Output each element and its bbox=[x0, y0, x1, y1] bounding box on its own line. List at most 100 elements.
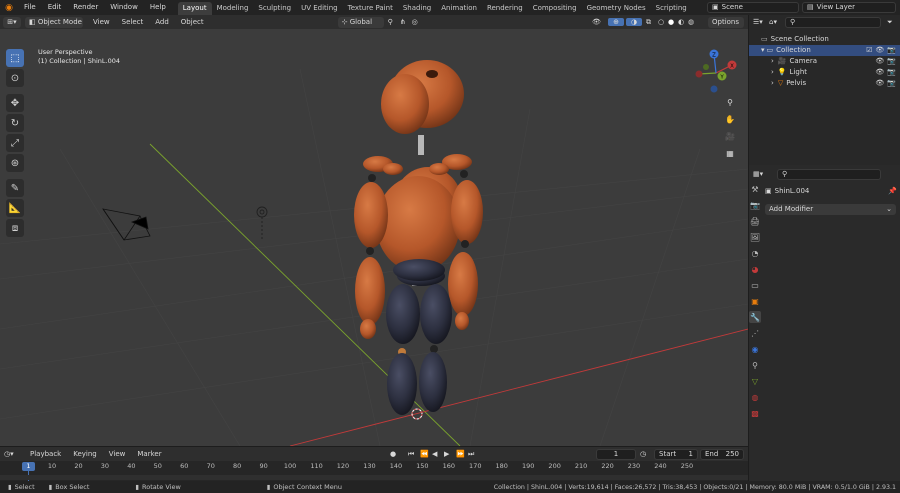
navigation-gizmo[interactable]: X Z Y bbox=[695, 49, 737, 93]
camera-render-icon[interactable]: 📷 bbox=[887, 56, 896, 67]
menu-file[interactable]: File bbox=[18, 0, 42, 15]
zoom-icon[interactable]: ⚲ bbox=[723, 95, 737, 109]
timeline-editor-icon[interactable]: ◷▾ bbox=[0, 450, 24, 458]
expand-arrow-icon[interactable]: › bbox=[771, 67, 774, 78]
pan-hand-icon[interactable]: ✋ bbox=[723, 112, 737, 126]
camera-view-icon[interactable]: 🎥 bbox=[723, 129, 737, 143]
options-button[interactable]: Options bbox=[708, 16, 744, 28]
object-tab-icon[interactable]: ▣ bbox=[749, 295, 761, 307]
timeline-menu-marker[interactable]: Marker bbox=[131, 447, 167, 462]
measure-tool-icon[interactable]: 📐 bbox=[6, 199, 24, 217]
checkbox-icon[interactable]: ☑ bbox=[866, 45, 872, 56]
play-reverse-icon[interactable]: ◀ bbox=[432, 450, 444, 458]
output-tab-icon[interactable]: 🖨 bbox=[749, 215, 761, 227]
tab-scripting[interactable]: Scripting bbox=[651, 2, 692, 15]
viewport-menu-view[interactable]: View bbox=[87, 15, 116, 30]
camera-object[interactable] bbox=[102, 208, 151, 241]
scale-tool-icon[interactable]: ⤢ bbox=[6, 134, 24, 152]
3d-viewport[interactable]: X Z Y User Perspective (1) Collection | … bbox=[0, 29, 748, 446]
transform-tool-icon[interactable]: ⊛ bbox=[6, 154, 24, 172]
current-frame-field[interactable]: 1 bbox=[596, 448, 636, 460]
prev-keyframe-icon[interactable]: ⏪ bbox=[420, 450, 432, 458]
editor-type-button[interactable]: ⊞▾ bbox=[3, 16, 21, 28]
select-tool-icon[interactable]: ⬚ bbox=[6, 49, 24, 67]
rotate-tool-icon[interactable]: ↻ bbox=[6, 114, 24, 132]
expand-arrow-icon[interactable]: › bbox=[771, 78, 774, 89]
world-tab-icon[interactable]: ◕ bbox=[749, 263, 761, 275]
eye-icon[interactable]: 👁 bbox=[875, 67, 884, 78]
jump-start-icon[interactable]: ⏮ bbox=[408, 450, 420, 459]
outliner-item-camera[interactable]: › 🎥 Camera 👁 📷 bbox=[761, 56, 900, 67]
next-keyframe-icon[interactable]: ⏩ bbox=[456, 450, 468, 458]
scene-collection-row[interactable]: ▭ Scene Collection bbox=[761, 34, 900, 45]
outliner-item-pelvis[interactable]: › ▽ Pelvis 👁 📷 bbox=[761, 78, 900, 89]
material-shading-icon[interactable]: ◐ bbox=[678, 18, 688, 26]
tab-modeling[interactable]: Modeling bbox=[212, 2, 254, 15]
move-tool-icon[interactable]: ✥ bbox=[6, 94, 24, 112]
pivot-icon[interactable]: ⚲ bbox=[388, 18, 400, 26]
viewport-menu-add[interactable]: Add bbox=[149, 15, 175, 30]
texture-tab-icon[interactable]: ▩ bbox=[749, 407, 761, 419]
snap-icon[interactable]: ⋔ bbox=[400, 18, 412, 26]
menu-window[interactable]: Window bbox=[104, 0, 144, 15]
light-object[interactable] bbox=[256, 206, 268, 241]
collection-row[interactable]: ▾ ▭ Collection ☑ 👁 📷 bbox=[749, 45, 900, 56]
outliner-item-light[interactable]: › 💡 Light 👁 📷 bbox=[761, 67, 900, 78]
tab-rendering[interactable]: Rendering bbox=[482, 2, 528, 15]
scene-tab-icon[interactable]: ◔ bbox=[749, 247, 761, 259]
eye-icon[interactable]: 👁 bbox=[875, 56, 884, 67]
stopwatch-icon[interactable]: ◷ bbox=[640, 450, 654, 458]
timeline-menu-view[interactable]: View bbox=[103, 447, 132, 462]
tool-tab-icon[interactable]: ⚒ bbox=[749, 183, 761, 195]
record-icon[interactable]: ● bbox=[390, 450, 402, 458]
view-layer-selector[interactable]: ▤ View Layer bbox=[802, 2, 896, 13]
rendered-shading-icon[interactable]: ◍ bbox=[688, 18, 700, 26]
filter-icon[interactable]: ⌂▾ bbox=[769, 18, 785, 26]
viewport-menu-select[interactable]: Select bbox=[116, 15, 150, 30]
modifier-tab-icon[interactable]: 🔧 bbox=[749, 311, 761, 323]
eye-icon[interactable]: 👁 bbox=[875, 78, 884, 89]
tab-uv-editing[interactable]: UV Editing bbox=[296, 2, 343, 15]
menu-edit[interactable]: Edit bbox=[42, 0, 68, 15]
camera-render-icon[interactable]: 📷 bbox=[887, 45, 896, 56]
overlay-toggle-icon[interactable]: ◑ bbox=[626, 18, 642, 26]
wireframe-shading-icon[interactable]: ○ bbox=[658, 18, 668, 26]
play-icon[interactable]: ▶ bbox=[444, 450, 456, 458]
start-frame-field[interactable]: Start 1 bbox=[654, 448, 698, 460]
camera-render-icon[interactable]: 📷 bbox=[887, 67, 896, 78]
scene-selector[interactable]: ▣ Scene bbox=[707, 2, 799, 13]
add-cube-tool-icon[interactable]: ⧈ bbox=[6, 219, 24, 237]
physics-tab-icon[interactable]: ◉ bbox=[749, 343, 761, 355]
material-tab-icon[interactable]: ◍ bbox=[749, 391, 761, 403]
blender-logo-icon[interactable]: ◉ bbox=[0, 3, 18, 13]
tab-shading[interactable]: Shading bbox=[398, 2, 436, 15]
xray-icon[interactable]: ⧉ bbox=[646, 18, 658, 27]
camera-render-icon[interactable]: 📷 bbox=[887, 78, 896, 89]
viewport-menu-object[interactable]: Object bbox=[175, 15, 210, 30]
menu-help[interactable]: Help bbox=[144, 0, 172, 15]
object-mode-dropdown[interactable]: ◧ Object Mode bbox=[25, 16, 83, 28]
visibility-icon[interactable]: 👁 bbox=[592, 18, 608, 26]
jump-end-icon[interactable]: ⏭ bbox=[468, 450, 484, 459]
constraints-tab-icon[interactable]: ⚲ bbox=[749, 359, 761, 371]
solid-shading-icon[interactable]: ● bbox=[668, 18, 678, 26]
annotate-tool-icon[interactable]: ✎ bbox=[6, 179, 24, 197]
outliner-search-input[interactable]: ⚲ bbox=[785, 16, 881, 28]
end-frame-field[interactable]: End 250 bbox=[700, 448, 744, 460]
cursor-tool-icon[interactable]: ⊙ bbox=[6, 69, 24, 87]
menu-render[interactable]: Render bbox=[67, 0, 104, 15]
expand-arrow-icon[interactable]: ▾ bbox=[761, 45, 765, 56]
render-tab-icon[interactable]: 📷 bbox=[749, 199, 761, 211]
timeline-menu-playback[interactable]: Playback bbox=[24, 447, 67, 462]
playhead-frame[interactable]: 1 bbox=[22, 462, 35, 471]
view-layer-tab-icon[interactable]: 🖼 bbox=[749, 231, 761, 243]
tab-animation[interactable]: Animation bbox=[436, 2, 482, 15]
particles-tab-icon[interactable]: ⋰ bbox=[749, 327, 761, 339]
gizmo-toggle-icon[interactable]: ⊕ bbox=[608, 18, 624, 26]
properties-search-input[interactable]: ⚲ bbox=[777, 168, 881, 180]
timeline-menu-keying[interactable]: Keying bbox=[67, 447, 103, 462]
tab-compositing[interactable]: Compositing bbox=[528, 2, 582, 15]
tab-layout[interactable]: Layout bbox=[177, 2, 212, 15]
outliner-editor-icon[interactable]: ☰▾ bbox=[749, 18, 769, 26]
pin-icon[interactable]: 📌 bbox=[888, 187, 897, 195]
